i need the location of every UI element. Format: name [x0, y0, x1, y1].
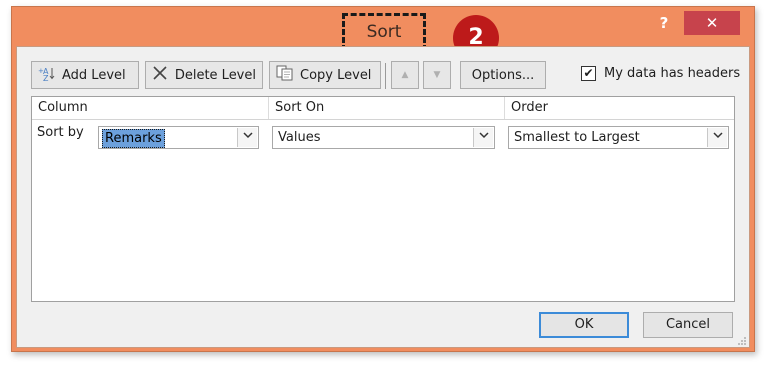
- sort-on-header: Sort On: [275, 100, 325, 115]
- dialog-title-text: Sort: [366, 22, 402, 42]
- svg-text:Z: Z: [43, 74, 49, 81]
- dialog-body: + A Z Add Level Delete Level Copy Level …: [16, 46, 750, 348]
- move-up-button[interactable]: ▲: [391, 61, 419, 89]
- order-select-value: Smallest to Largest: [514, 130, 640, 145]
- add-level-label: Add Level: [62, 67, 126, 83]
- my-data-has-headers-checkbox[interactable]: ✔ My data has headers: [581, 66, 740, 81]
- column-divider: [268, 97, 269, 119]
- sort-by-label: Sort by: [37, 125, 84, 140]
- sort-levels-grid: Column Sort On Order Sort by Remarks Val…: [31, 96, 735, 302]
- sort-dialog: Sort 2 ? ✕ + A Z Add Level Delete Level: [11, 6, 755, 352]
- chevron-down-icon[interactable]: [707, 128, 727, 147]
- close-button[interactable]: ✕: [684, 11, 740, 35]
- column-header: Column: [38, 100, 88, 115]
- order-select[interactable]: Smallest to Largest: [508, 126, 729, 149]
- chevron-down-icon[interactable]: [237, 128, 257, 147]
- headers-checkbox-label: My data has headers: [604, 66, 741, 81]
- header-divider: [32, 119, 734, 120]
- options-label: Options...: [471, 67, 535, 83]
- delete-level-label: Delete Level: [174, 67, 256, 83]
- move-down-button[interactable]: ▼: [423, 61, 451, 89]
- sort-on-select-value: Values: [278, 130, 321, 145]
- column-select[interactable]: Remarks: [98, 126, 259, 149]
- order-header: Order: [511, 100, 548, 115]
- options-button[interactable]: Options...: [460, 61, 546, 89]
- copy-level-button[interactable]: Copy Level: [269, 61, 381, 89]
- copy-level-icon: [276, 65, 294, 85]
- column-select-value: Remarks: [102, 129, 165, 148]
- add-level-icon: + A Z: [38, 65, 56, 85]
- resize-grip-icon[interactable]: [736, 335, 746, 345]
- toolbar-separator: [385, 63, 386, 89]
- headers-checkbox-box[interactable]: ✔: [581, 66, 596, 81]
- move-up-icon: ▲: [401, 70, 409, 80]
- help-button[interactable]: ?: [649, 11, 679, 35]
- add-level-button[interactable]: + A Z Add Level: [31, 61, 139, 89]
- column-divider: [504, 97, 505, 119]
- sort-on-select[interactable]: Values: [272, 126, 495, 149]
- chevron-down-icon[interactable]: [473, 128, 493, 147]
- cancel-button[interactable]: Cancel: [643, 312, 733, 338]
- ok-button[interactable]: OK: [539, 312, 629, 338]
- move-down-icon: ▼: [433, 70, 441, 80]
- delete-level-button[interactable]: Delete Level: [145, 61, 263, 89]
- copy-level-label: Copy Level: [300, 67, 372, 83]
- delete-level-icon: [152, 65, 169, 85]
